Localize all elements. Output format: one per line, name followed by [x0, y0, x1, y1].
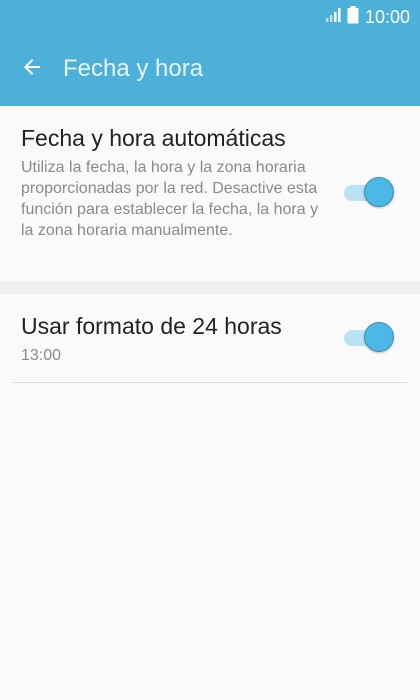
toggle-knob [364, 177, 394, 207]
status-bar: 10:00 [0, 0, 420, 34]
auto-datetime-section: Fecha y hora automáticas Utiliza la fech… [0, 106, 420, 281]
auto-datetime-setting[interactable]: Fecha y hora automáticas Utiliza la fech… [0, 106, 420, 281]
battery-icon [347, 5, 359, 29]
format-24h-setting[interactable]: Usar formato de 24 horas 13:00 [0, 294, 420, 384]
format-24h-section: Usar formato de 24 horas 13:00 [0, 294, 420, 384]
arrow-back-icon [20, 55, 44, 84]
section-divider [0, 281, 420, 294]
auto-datetime-toggle[interactable] [344, 176, 396, 210]
app-bar: Fecha y hora [0, 34, 420, 106]
format-24h-subtitle: 13:00 [21, 347, 62, 364]
format-24h-toggle[interactable] [344, 321, 396, 355]
status-icons: 10:00 [325, 5, 410, 29]
cellular-signal-icon [325, 7, 343, 28]
toggle-knob [364, 322, 394, 352]
status-time: 10:00 [364, 7, 410, 27]
page-title: Fecha y hora [63, 55, 204, 82]
row-divider [13, 382, 407, 383]
auto-datetime-title: Fecha y hora automáticas [21, 125, 286, 151]
format-24h-title: Usar formato de 24 horas [21, 313, 282, 339]
auto-datetime-description: Utiliza la fecha, la hora y la zona hora… [21, 159, 319, 239]
back-button[interactable] [14, 51, 50, 87]
date-time-settings-screen: 10:00 Fecha y hora Fecha y hora automáti… [0, 0, 420, 700]
